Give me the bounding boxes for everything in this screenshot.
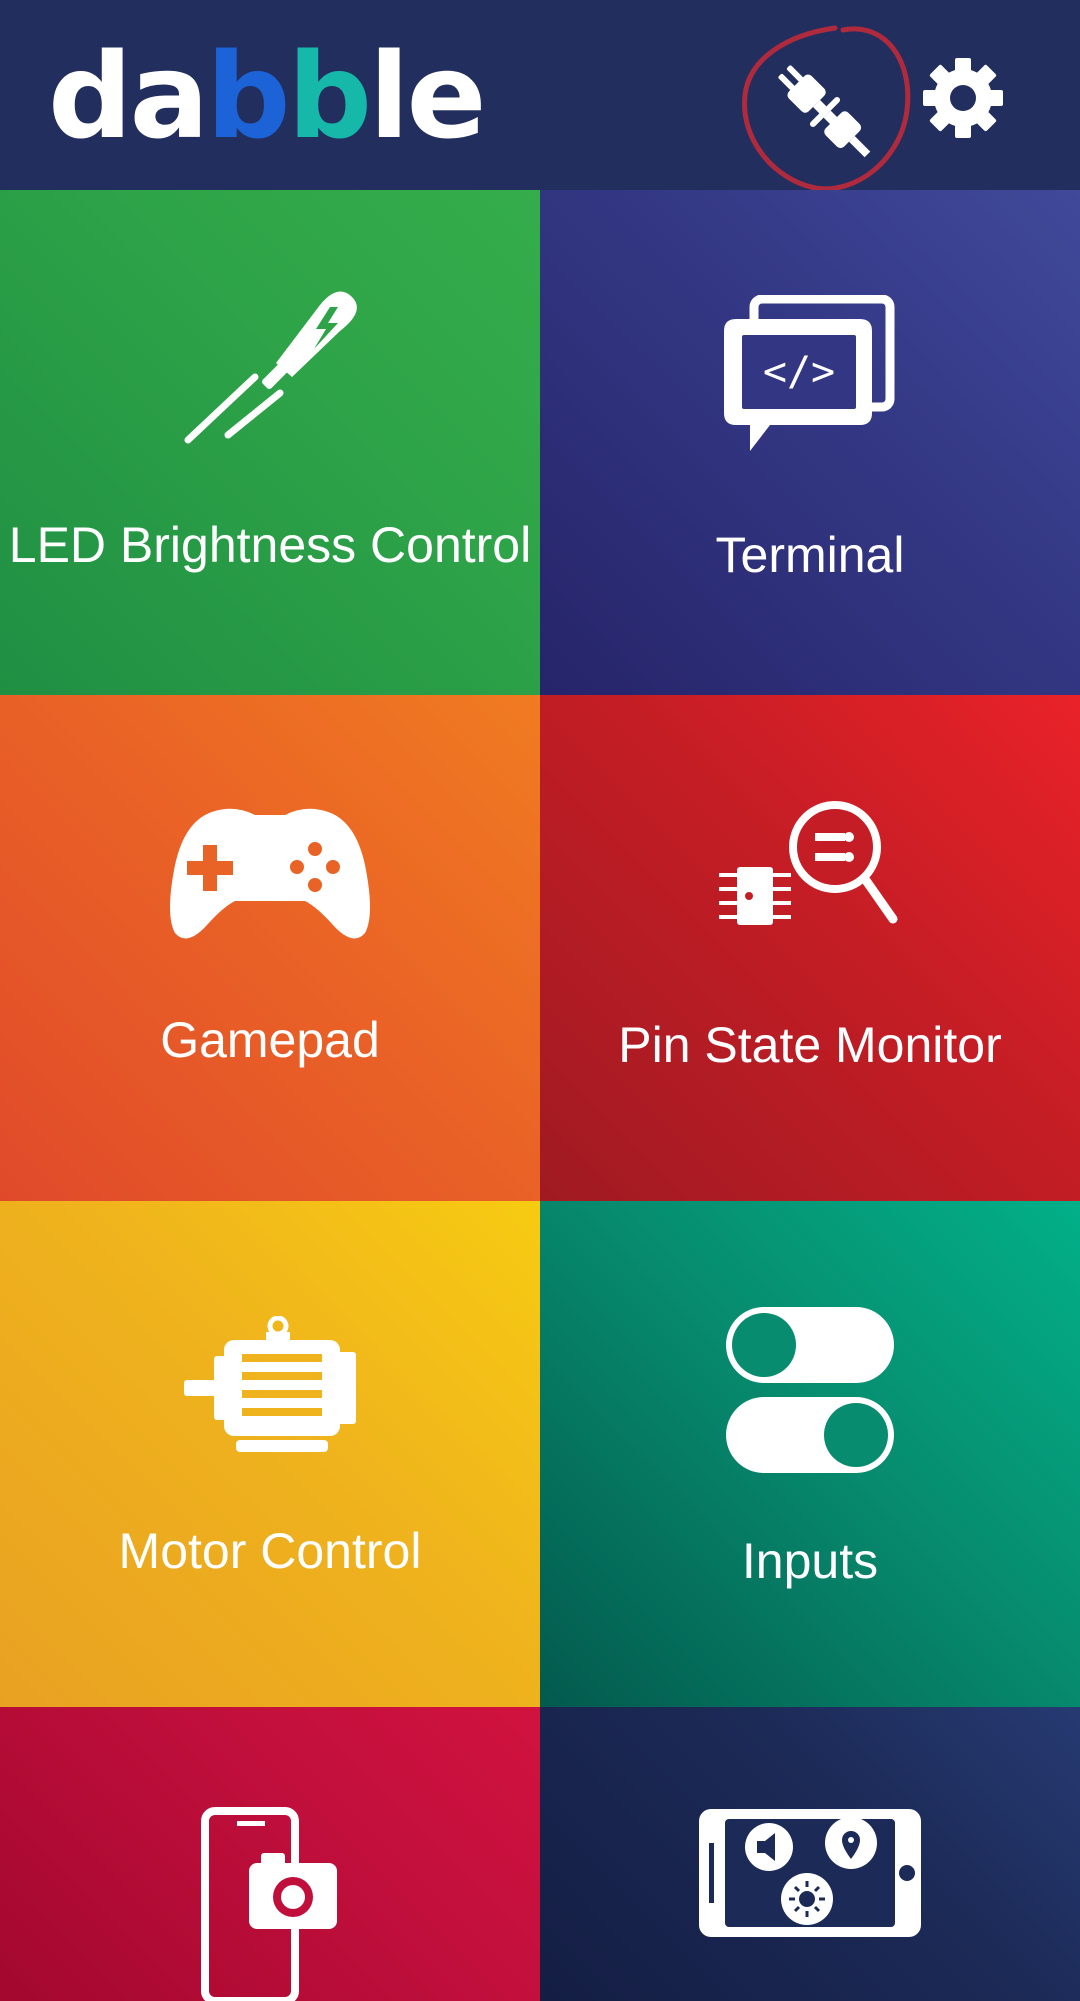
gear-icon [923, 58, 1003, 138]
tile-pin-state-monitor[interactable]: Pin State Monitor [540, 695, 1080, 1201]
plug-connect-icon [742, 25, 911, 192]
settings-button[interactable] [920, 55, 1006, 141]
logo-text: dabble [48, 37, 487, 155]
logo-part-1: da [48, 27, 209, 165]
terminal-icon: </> [724, 295, 895, 451]
app-bar: dabble [0, 0, 1080, 192]
tile-label: Gamepad [160, 1012, 380, 1068]
tile-label: Motor Control [118, 1523, 422, 1579]
tile-label: LED Brightness Control [8, 517, 532, 573]
tile-motor-control[interactable]: Motor Control [0, 1201, 540, 1707]
module-grid: LED Brightness Control </> Terminal Game… [0, 190, 1080, 2001]
led-icon [184, 291, 357, 444]
toggle-switches-icon [726, 1307, 894, 1473]
tile-gamepad[interactable]: Gamepad [0, 695, 540, 1201]
tile-label: Inputs [741, 1533, 879, 1589]
tile-led-brightness-control[interactable]: LED Brightness Control [0, 190, 540, 695]
connect-button[interactable] [735, 20, 915, 192]
logo-part-3: b [287, 27, 372, 165]
gamepad-icon [170, 808, 370, 939]
tile-camera[interactable] [0, 1707, 540, 2001]
tile-inputs[interactable]: Inputs [540, 1201, 1080, 1707]
phone-camera-icon [201, 1807, 337, 2001]
tile-phone-sensor[interactable] [540, 1707, 1080, 2001]
logo-part-2: b [206, 27, 290, 165]
tile-label: Pin State Monitor [618, 1017, 1002, 1073]
logo-part-4: le [369, 27, 486, 165]
tile-label: Terminal [715, 527, 905, 583]
phone-sensor-icon [699, 1809, 921, 1937]
tile-terminal[interactable]: </> Terminal [540, 190, 1080, 695]
dabble-logo: dabble [48, 37, 487, 155]
motor-icon [184, 1316, 356, 1452]
pin-monitor-icon [719, 801, 898, 925]
svg-text:</>: </> [763, 349, 835, 395]
